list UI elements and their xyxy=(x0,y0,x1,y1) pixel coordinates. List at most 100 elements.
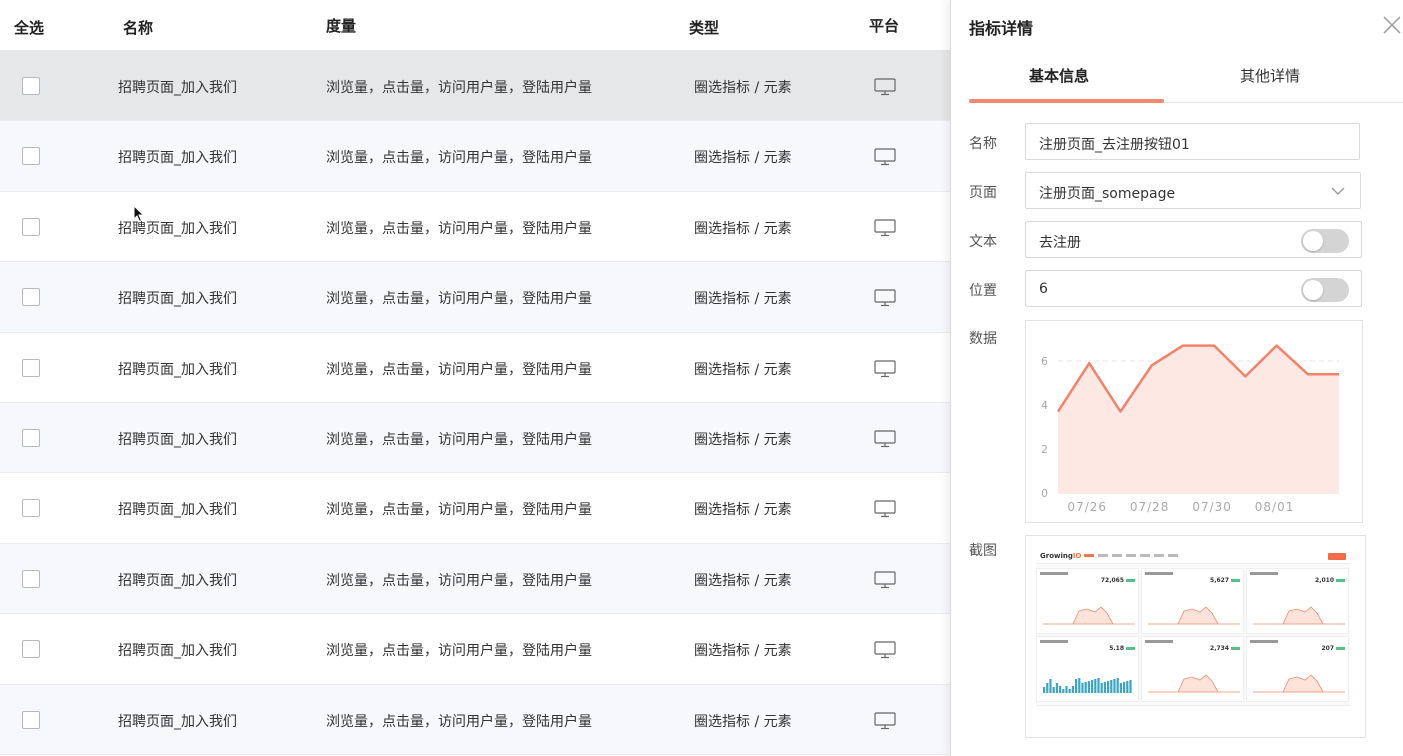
table-row[interactable]: 招聘页面_加入我们 浏览量，点击量，访问用户量，登陆用户量 圈选指标 / 元素 xyxy=(0,262,950,333)
row-name: 招聘页面_加入我们 xyxy=(118,643,237,660)
preview-card: 2,010 xyxy=(1246,568,1349,634)
preview-card: 207 xyxy=(1246,636,1349,702)
row-name: 招聘页面_加入我们 xyxy=(118,361,237,378)
row-type: 圈选指标 / 元素 xyxy=(694,502,792,519)
table-row[interactable]: 招聘页面_加入我们 浏览量，点击量，访问用户量，登陆用户量 圈选指标 / 元素 xyxy=(0,402,950,474)
table-row[interactable]: 招聘页面_加入我们 浏览量，点击量，访问用户量，登陆用户量 圈选指标 / 元素 xyxy=(0,51,950,122)
text-label: 文本 xyxy=(969,234,997,250)
chart-x-tick-label: 07/28 xyxy=(1130,500,1170,514)
row-type: 圈选指标 / 元素 xyxy=(694,220,792,237)
screenshot-thumbnail[interactable]: GrowingIO 72,065 5,627 2,010 5.18 2,734 207 xyxy=(1025,535,1366,738)
detail-tabs: 基本信息 其他详情 xyxy=(969,53,1403,103)
row-type: 圈选指标 / 元素 xyxy=(694,643,792,660)
row-type: 圈选指标 / 元素 xyxy=(694,361,792,378)
row-measure: 浏览量，点击量，访问用户量，登陆用户量 xyxy=(326,361,592,378)
preview-add-button xyxy=(1328,553,1346,560)
table-row[interactable]: 招聘页面_加入我们 浏览量，点击量，访问用户量，登陆用户量 圈选指标 / 元素 xyxy=(0,543,950,615)
preview-card: 72,065 xyxy=(1036,568,1139,634)
chart-y-tick-label: 0 xyxy=(1041,487,1048,500)
row-measure: 浏览量，点击量，访问用户量，登陆用户量 xyxy=(326,572,592,589)
row-name: 招聘页面_加入我们 xyxy=(118,713,237,730)
chart-area xyxy=(1058,345,1339,493)
desktop-icon xyxy=(874,289,896,307)
row-checkbox[interactable] xyxy=(22,428,40,447)
chart-x-tick-label: 07/26 xyxy=(1067,500,1107,514)
row-measure: 浏览量，点击量，访问用户量，登陆用户量 xyxy=(326,291,592,308)
panel-title: 指标详情 xyxy=(969,19,1034,38)
row-measure: 浏览量，点击量，访问用户量，登陆用户量 xyxy=(326,220,592,237)
preview-logo: GrowingIO xyxy=(1040,552,1082,560)
table-row[interactable]: 招聘页面_加入我们 浏览量，点击量，访问用户量，登陆用户量 圈选指标 / 元素 xyxy=(0,684,950,755)
row-checkbox[interactable] xyxy=(22,569,40,588)
chart-x-tick-label: 08/01 xyxy=(1255,500,1295,514)
row-name: 招聘页面_加入我们 xyxy=(118,431,237,448)
active-tab-indicator xyxy=(969,99,1164,103)
chevron-down-icon xyxy=(1331,187,1345,195)
name-column-header[interactable]: 名称 xyxy=(123,17,153,38)
row-measure: 浏览量，点击量，访问用户量，登陆用户量 xyxy=(326,643,592,660)
row-name: 招聘页面_加入我们 xyxy=(118,291,237,308)
row-checkbox[interactable] xyxy=(22,288,40,307)
desktop-icon xyxy=(874,641,896,659)
table-row[interactable]: 招聘页面_加入我们 浏览量，点击量，访问用户量，登陆用户量 圈选指标 / 元素 xyxy=(0,121,950,192)
chart-y-tick-label: 2 xyxy=(1041,443,1048,456)
text-field[interactable]: 去注册 xyxy=(1025,221,1362,258)
toggle-knob xyxy=(1303,280,1323,300)
select-all-header[interactable]: 全选 xyxy=(14,17,44,38)
row-checkbox[interactable] xyxy=(22,147,40,166)
table-body: 招聘页面_加入我们 浏览量，点击量，访问用户量，登陆用户量 圈选指标 / 元素 招聘页… xyxy=(0,51,950,755)
mouse-cursor-icon xyxy=(133,205,145,223)
position-field-value: 6 xyxy=(1039,281,1048,297)
platform-column-header[interactable]: 平台 xyxy=(869,15,899,36)
row-checkbox[interactable] xyxy=(22,217,40,236)
row-type: 圈选指标 / 元素 xyxy=(694,572,792,589)
table-header: 全选 名称 度量 类型 平台 xyxy=(0,0,950,51)
chart-y-tick-label: 4 xyxy=(1041,399,1048,412)
desktop-icon xyxy=(874,359,896,378)
chart-y-tick-label: 6 xyxy=(1041,355,1048,368)
text-toggle[interactable] xyxy=(1301,229,1349,253)
row-checkbox[interactable] xyxy=(22,710,40,729)
preview-footer xyxy=(1036,705,1350,718)
name-field[interactable]: 注册页面_去注册按钮01 xyxy=(1025,123,1360,160)
table-row[interactable]: 招聘页面_加入我们 浏览量，点击量，访问用户量，登陆用户量 圈选指标 / 元素 xyxy=(0,614,950,685)
table-row[interactable]: 招聘页面_加入我们 浏览量，点击量，访问用户量，登陆用户量 圈选指标 / 元素 xyxy=(0,333,950,403)
close-icon[interactable] xyxy=(1381,14,1403,36)
desktop-icon xyxy=(874,500,896,518)
row-checkbox[interactable] xyxy=(22,77,40,95)
desktop-icon xyxy=(874,711,896,730)
row-checkbox[interactable] xyxy=(22,640,40,659)
desktop-icon xyxy=(874,148,896,166)
table-row[interactable]: 招聘页面_加入我们 浏览量，点击量，访问用户量，登陆用户量 圈选指标 / 元素 xyxy=(0,192,950,263)
page-select[interactable]: 注册页面_somepage xyxy=(1025,172,1361,209)
position-label: 位置 xyxy=(969,283,997,299)
row-checkbox[interactable] xyxy=(22,499,40,518)
table-row[interactable]: 招聘页面_加入我们 浏览量，点击量，访问用户量，登陆用户量 圈选指标 / 元素 xyxy=(0,473,950,544)
position-field[interactable]: 6 xyxy=(1025,270,1362,307)
desktop-icon xyxy=(874,430,896,448)
row-type: 圈选指标 / 元素 xyxy=(694,291,792,308)
metric-detail-panel: 指标详情 基本信息 其他详情 名称 注册页面_去注册按钮01 页面 注册页面_s… xyxy=(950,0,1403,756)
toggle-knob xyxy=(1303,231,1323,251)
type-column-header[interactable]: 类型 xyxy=(689,17,719,38)
name-field-value: 注册页面_去注册按钮01 xyxy=(1039,137,1190,153)
page-select-value: 注册页面_somepage xyxy=(1039,186,1176,202)
row-name: 招聘页面_加入我们 xyxy=(118,502,237,519)
desktop-icon xyxy=(874,78,896,96)
text-field-value: 去注册 xyxy=(1039,235,1081,251)
tab-other-details[interactable]: 其他详情 xyxy=(1240,65,1300,86)
dashboard-preview-image: GrowingIO 72,065 5,627 2,010 5.18 2,734 207 xyxy=(1036,550,1350,718)
row-checkbox[interactable] xyxy=(22,358,40,377)
row-type: 圈选指标 / 元素 xyxy=(694,431,792,448)
screenshot-label: 截图 xyxy=(969,543,997,559)
measure-column-header[interactable]: 度量 xyxy=(326,15,356,36)
position-toggle[interactable] xyxy=(1301,278,1349,302)
desktop-icon xyxy=(874,219,896,237)
row-measure: 浏览量，点击量，访问用户量，登陆用户量 xyxy=(326,502,592,519)
preview-topbar: GrowingIO xyxy=(1036,550,1350,564)
preview-card: 2,734 xyxy=(1141,636,1244,702)
data-label: 数据 xyxy=(969,331,997,347)
preview-card: 5,627 xyxy=(1141,568,1244,634)
tab-basic-info[interactable]: 基本信息 xyxy=(1029,65,1089,86)
metrics-table: 全选 名称 度量 类型 平台 招聘页面_加入我们浏览量，点击量，访问用户量，登陆… xyxy=(0,0,950,756)
